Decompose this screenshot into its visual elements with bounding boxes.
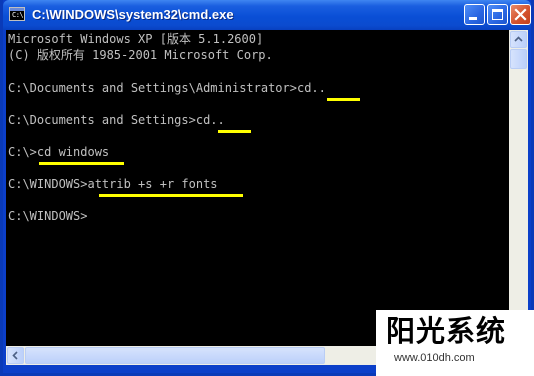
maximize-button[interactable] <box>487 4 508 25</box>
site-watermark: 阳光系统 www.010dh.com <box>376 310 534 376</box>
scroll-up-button[interactable] <box>510 31 527 48</box>
console-line: C:\WINDOWS> <box>8 209 88 223</box>
console-line: C:\WINDOWS>attrib +s +r fonts <box>8 177 218 191</box>
highlight-underline <box>218 130 251 133</box>
watermark-title: 阳光系统 <box>386 314 507 348</box>
highlight-underline <box>99 194 243 197</box>
vertical-scrollbar[interactable] <box>509 30 528 346</box>
minimize-button[interactable] <box>464 4 485 25</box>
close-icon <box>514 8 527 21</box>
console-line: Microsoft Windows XP [版本 5.1.2600] <box>8 32 264 46</box>
window-title: C:\WINDOWS\system32\cmd.exe <box>32 7 234 22</box>
console-line: (C) 版权所有 1985-2001 Microsoft Corp. <box>8 48 273 62</box>
close-button[interactable] <box>510 4 531 25</box>
arrow-up-icon <box>514 36 523 42</box>
horizontal-scroll-thumb[interactable] <box>25 347 325 364</box>
console-icon-label: C:\ <box>12 11 24 19</box>
vertical-scroll-thumb[interactable] <box>510 49 527 69</box>
console-output[interactable]: Microsoft Windows XP [版本 5.1.2600] (C) 版… <box>6 30 509 346</box>
console-line: C:\>cd windows <box>8 145 110 159</box>
highlight-underline <box>39 162 124 165</box>
console-icon[interactable]: C:\ <box>9 7 25 21</box>
scroll-left-button[interactable] <box>7 347 24 364</box>
title-bar[interactable]: C:\ C:\WINDOWS\system32\cmd.exe <box>3 0 531 30</box>
console-line: C:\Documents and Settings>cd.. <box>8 113 225 127</box>
minimize-icon <box>469 17 477 20</box>
watermark-url: www.010dh.com <box>394 352 475 364</box>
arrow-left-icon <box>12 351 18 360</box>
console-line: C:\Documents and Settings\Administrator>… <box>8 81 326 95</box>
highlight-underline <box>327 98 360 101</box>
maximize-icon <box>492 9 503 20</box>
